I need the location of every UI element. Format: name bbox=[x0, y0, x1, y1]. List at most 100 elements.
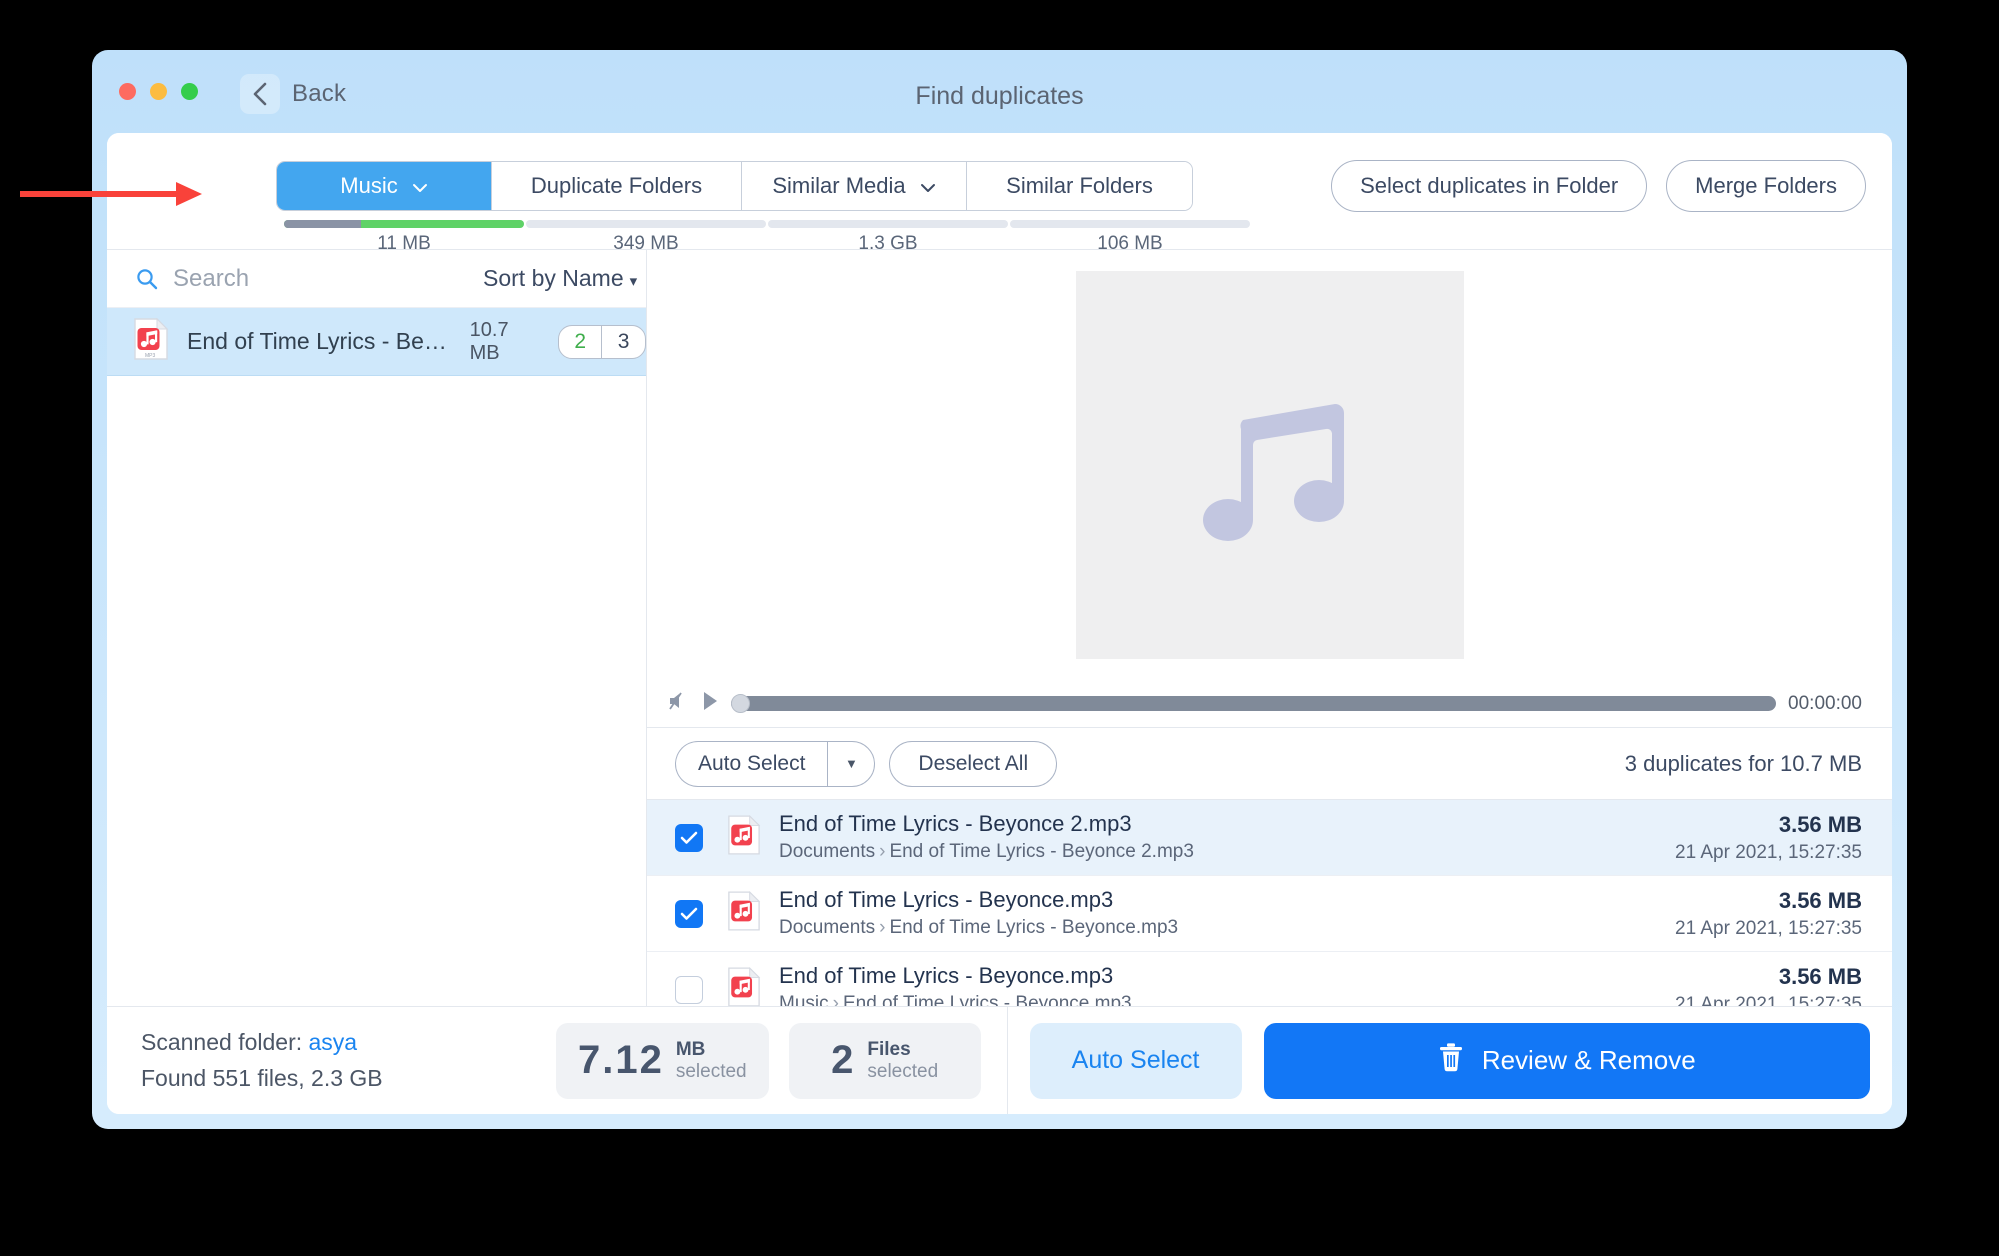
breadcrumb-separator: › bbox=[832, 993, 839, 1006]
detail-pane: 00:00:00 Auto Select ▼ Deselect All 3 du… bbox=[647, 250, 1892, 1006]
volume-muted-icon[interactable] bbox=[667, 690, 689, 717]
files-selected-sub: Files selected bbox=[867, 1039, 938, 1083]
chevron-down-icon bbox=[412, 173, 428, 199]
window-titlebar: Back Find duplicates bbox=[92, 50, 1907, 138]
artwork-placeholder bbox=[1075, 271, 1464, 659]
table-row[interactable]: End of Time Lyrics - Beyonce.mp3 Music › E… bbox=[647, 952, 1892, 1006]
caret-down-icon: ▾ bbox=[629, 273, 638, 290]
app-window: Back Find duplicates Music Duplicate Fol… bbox=[92, 50, 1907, 1129]
file-date: 21 Apr 2021, 15:27:35 bbox=[1675, 993, 1862, 1006]
size-selected-unit: MB bbox=[675, 1038, 706, 1060]
row-meta: 3.56 MB 21 Apr 2021, 15:27:35 bbox=[1675, 963, 1862, 1006]
tab-music-label: Music bbox=[340, 173, 398, 198]
page-title: Find duplicates bbox=[915, 82, 1084, 110]
file-path-tail: End of Time Lyrics - Beyonce 2.mp3 bbox=[889, 841, 1194, 863]
row-checkbox[interactable] bbox=[675, 823, 703, 852]
footer-divider bbox=[1006, 1006, 1008, 1114]
svg-text:MP3: MP3 bbox=[145, 353, 156, 359]
tab-similar-folders-label: Similar Folders bbox=[1006, 173, 1153, 198]
file-name: End of Time Lyrics - Beyonce.mp3 bbox=[779, 886, 1114, 912]
auto-select-split-button: Auto Select ▼ bbox=[675, 740, 876, 787]
scanned-folder-label: Scanned folder: bbox=[141, 1028, 303, 1055]
status-badge: 2 3 bbox=[558, 324, 646, 359]
tab-music[interactable]: Music bbox=[277, 162, 492, 210]
files-selected-word: selected bbox=[867, 1060, 939, 1082]
file-path: Documents › End of Time Lyrics - Beyonce 2… bbox=[779, 839, 1675, 865]
list-item-size: 10.7 MB bbox=[469, 318, 509, 364]
deselect-all-button[interactable]: Deselect All bbox=[889, 740, 1058, 787]
size-selected-stat: 7.12 MB selected bbox=[556, 1022, 769, 1099]
content-card: Music Duplicate Folders Similar Media Si… bbox=[107, 133, 1892, 1114]
file-folder: Documents bbox=[779, 917, 876, 939]
list-item-name: End of Time Lyrics - Be… bbox=[187, 328, 447, 354]
tab-similar-folders[interactable]: Similar Folders bbox=[967, 162, 1192, 210]
search-row: Sort by Name ▾ bbox=[107, 250, 646, 308]
progress-track bbox=[284, 220, 524, 228]
file-date: 21 Apr 2021, 15:27:35 bbox=[1675, 841, 1862, 863]
total-count: 3 bbox=[617, 329, 630, 353]
row-texts: End of Time Lyrics - Beyonce 2.mp3 Docum… bbox=[779, 810, 1675, 865]
files-selected-value: 2 bbox=[831, 1038, 856, 1082]
mp3-file-icon bbox=[727, 890, 761, 937]
search-input[interactable] bbox=[173, 264, 483, 293]
auto-select-dropdown-arrow[interactable]: ▼ bbox=[827, 740, 876, 787]
file-path-tail: End of Time Lyrics - Beyonce.mp3 bbox=[889, 917, 1179, 939]
file-folder: Documents bbox=[779, 841, 876, 863]
preview-area bbox=[647, 250, 1892, 680]
tab-similar-media[interactable]: Similar Media bbox=[742, 162, 967, 210]
chevron-down-icon bbox=[920, 173, 936, 199]
toolbar-actions: Select duplicates in Folder Merge Folder… bbox=[1331, 160, 1866, 212]
music-note-icon bbox=[1185, 368, 1355, 563]
trash-icon bbox=[1438, 1042, 1464, 1079]
select-duplicates-in-folder-button[interactable]: Select duplicates in Folder bbox=[1331, 160, 1648, 212]
footer-bar: Scanned folder: asya Found 551 files, 2.… bbox=[107, 1006, 1892, 1114]
file-path: Music › End of Time Lyrics - Beyonce.mp3 bbox=[779, 991, 1675, 1006]
size-selected-value: 7.12 bbox=[578, 1038, 664, 1082]
table-row[interactable]: End of Time Lyrics - Beyonce 2.mp3 Docum… bbox=[647, 800, 1892, 876]
duplicates-list: End of Time Lyrics - Beyonce 2.mp3 Docum… bbox=[647, 800, 1892, 1006]
review-and-remove-button[interactable]: Review & Remove bbox=[1263, 1022, 1870, 1099]
row-meta: 3.56 MB 21 Apr 2021, 15:27:35 bbox=[1675, 887, 1862, 940]
row-meta: 3.56 MB 21 Apr 2021, 15:27:35 bbox=[1675, 811, 1862, 864]
category-tabs: Music Duplicate Folders Similar Media Si… bbox=[276, 161, 1193, 211]
progress-fill-grey bbox=[284, 220, 361, 228]
list-item[interactable]: MP3 End of Time Lyrics - Be… 10.7 MB 2 3 bbox=[107, 308, 646, 376]
progress-track bbox=[526, 220, 766, 228]
row-texts: End of Time Lyrics - Beyonce.mp3 Documen… bbox=[779, 886, 1675, 941]
files-selected-stat: 2 Files selected bbox=[788, 1022, 981, 1099]
breadcrumb-separator: › bbox=[879, 917, 886, 939]
sort-by-label: Sort by Name bbox=[483, 265, 624, 291]
file-date: 21 Apr 2021, 15:27:35 bbox=[1675, 917, 1862, 939]
seek-slider[interactable] bbox=[731, 694, 1777, 713]
tab-duplicate-folders-label: Duplicate Folders bbox=[530, 173, 703, 198]
row-checkbox[interactable] bbox=[675, 975, 703, 1004]
row-texts: End of Time Lyrics - Beyonce.mp3 Music › E… bbox=[779, 962, 1675, 1006]
main-body: Sort by Name ▾ MP3 bbox=[107, 250, 1892, 1006]
file-size: 3.56 MB bbox=[1778, 888, 1862, 914]
sort-by-dropdown[interactable]: Sort by Name ▾ bbox=[483, 265, 637, 292]
duplicate-groups-sidebar: Sort by Name ▾ MP3 bbox=[107, 250, 647, 1006]
table-row[interactable]: End of Time Lyrics - Beyonce.mp3 Documen… bbox=[647, 876, 1892, 952]
footer-auto-select-button[interactable]: Auto Select bbox=[1029, 1022, 1242, 1099]
seek-handle[interactable] bbox=[731, 694, 750, 713]
tab-duplicate-folders[interactable]: Duplicate Folders bbox=[492, 162, 742, 210]
merge-folders-button[interactable]: Merge Folders bbox=[1666, 160, 1866, 212]
found-files-line: Found 551 files, 2.3 GB bbox=[141, 1064, 383, 1091]
file-path-tail: End of Time Lyrics - Beyonce.mp3 bbox=[842, 993, 1132, 1006]
scan-info: Scanned folder: asya Found 551 files, 2.… bbox=[141, 1025, 556, 1096]
file-folder: Music bbox=[779, 993, 829, 1006]
playback-time: 00:00:00 bbox=[1788, 692, 1862, 714]
toolbar: Music Duplicate Folders Similar Media Si… bbox=[107, 133, 1892, 254]
detail-actions-bar: Auto Select ▼ Deselect All 3 duplicates … bbox=[647, 728, 1892, 800]
search-icon bbox=[135, 267, 159, 291]
row-checkbox[interactable] bbox=[675, 899, 703, 928]
scanned-folder-link[interactable]: asya bbox=[309, 1029, 358, 1055]
tab-similar-media-label: Similar Media bbox=[772, 173, 906, 198]
size-selected-sub: MB selected bbox=[676, 1039, 747, 1083]
auto-select-button[interactable]: Auto Select bbox=[675, 740, 828, 787]
progress-track bbox=[1010, 220, 1250, 228]
mp3-file-icon bbox=[727, 966, 761, 1006]
play-icon[interactable] bbox=[701, 690, 719, 717]
breadcrumb-separator: › bbox=[879, 841, 886, 863]
file-name: End of Time Lyrics - Beyonce.mp3 bbox=[779, 962, 1114, 988]
